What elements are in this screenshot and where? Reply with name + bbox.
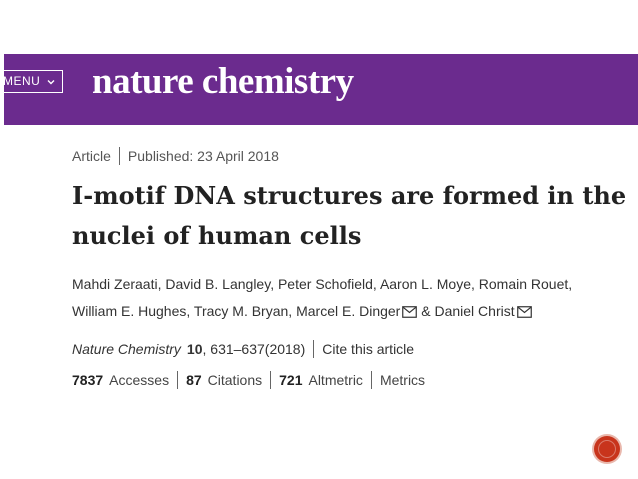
author-link[interactable]: William E. Hughes [72, 303, 186, 319]
divider [370, 371, 372, 389]
divider [177, 371, 179, 389]
author-link[interactable]: Tracy M. Bryan [194, 303, 288, 319]
author-link[interactable]: Marcel E. Dinger [296, 303, 400, 319]
metrics-link[interactable]: Metrics [380, 372, 425, 388]
author-link[interactable]: Daniel Christ [434, 303, 514, 319]
author-link[interactable]: Mahdi Zeraati [72, 276, 158, 292]
divider [313, 340, 315, 358]
article-meta: Article Published: 23 April 2018 [72, 147, 279, 165]
divider [118, 147, 120, 165]
chevron-down-icon [47, 79, 55, 84]
author-link[interactable]: Romain Rouet [479, 276, 569, 292]
title-line-1: I-motif DNA structures are formed in the [72, 181, 627, 210]
cite-this-article-link[interactable]: Cite this article [322, 341, 414, 357]
altmetric-label: Altmetric [308, 372, 363, 388]
journal-logo[interactable]: nature chemistry [92, 62, 354, 102]
author-link[interactable]: David B. Langley [165, 276, 270, 292]
accesses-count: 7837 [72, 372, 104, 388]
citations-label: Citations [207, 372, 263, 388]
divider [270, 371, 272, 389]
article-type: Article [72, 148, 111, 164]
journal-pages-year: , 631–637(2018) [202, 341, 306, 357]
citation-line: Nature Chemistry 10 , 631–637(2018) Cite… [72, 340, 414, 358]
author-link[interactable]: Peter Schofield [278, 276, 373, 292]
next-slide-icon[interactable] [594, 436, 620, 462]
author-link[interactable]: Aaron L. Moye [380, 276, 471, 292]
menu-label: MENU [3, 74, 41, 88]
journal-name[interactable]: Nature Chemistry [72, 341, 181, 357]
altmetric-count: 721 [279, 372, 303, 388]
mail-icon[interactable] [516, 306, 532, 318]
author-list: Mahdi Zeraati, David B. Langley, Peter S… [72, 276, 573, 319]
mail-icon[interactable] [402, 306, 418, 318]
journal-volume: 10 [186, 341, 203, 357]
title-line-2: nuclei of human cells [72, 221, 362, 250]
accesses-label: Accesses [109, 372, 170, 388]
article-title: I-motif DNA structures are formed in the… [72, 176, 638, 256]
article-metrics: 7837 Accesses 87 Citations 721 Altmetric… [72, 371, 425, 389]
menu-button[interactable]: MENU [0, 70, 64, 93]
citations-count: 87 [186, 372, 202, 388]
page: MENU nature chemistry Article Published:… [0, 0, 638, 479]
published-date: Published: 23 April 2018 [127, 148, 279, 164]
author-joiner: & [421, 303, 431, 319]
site-header: MENU nature chemistry [0, 54, 638, 125]
